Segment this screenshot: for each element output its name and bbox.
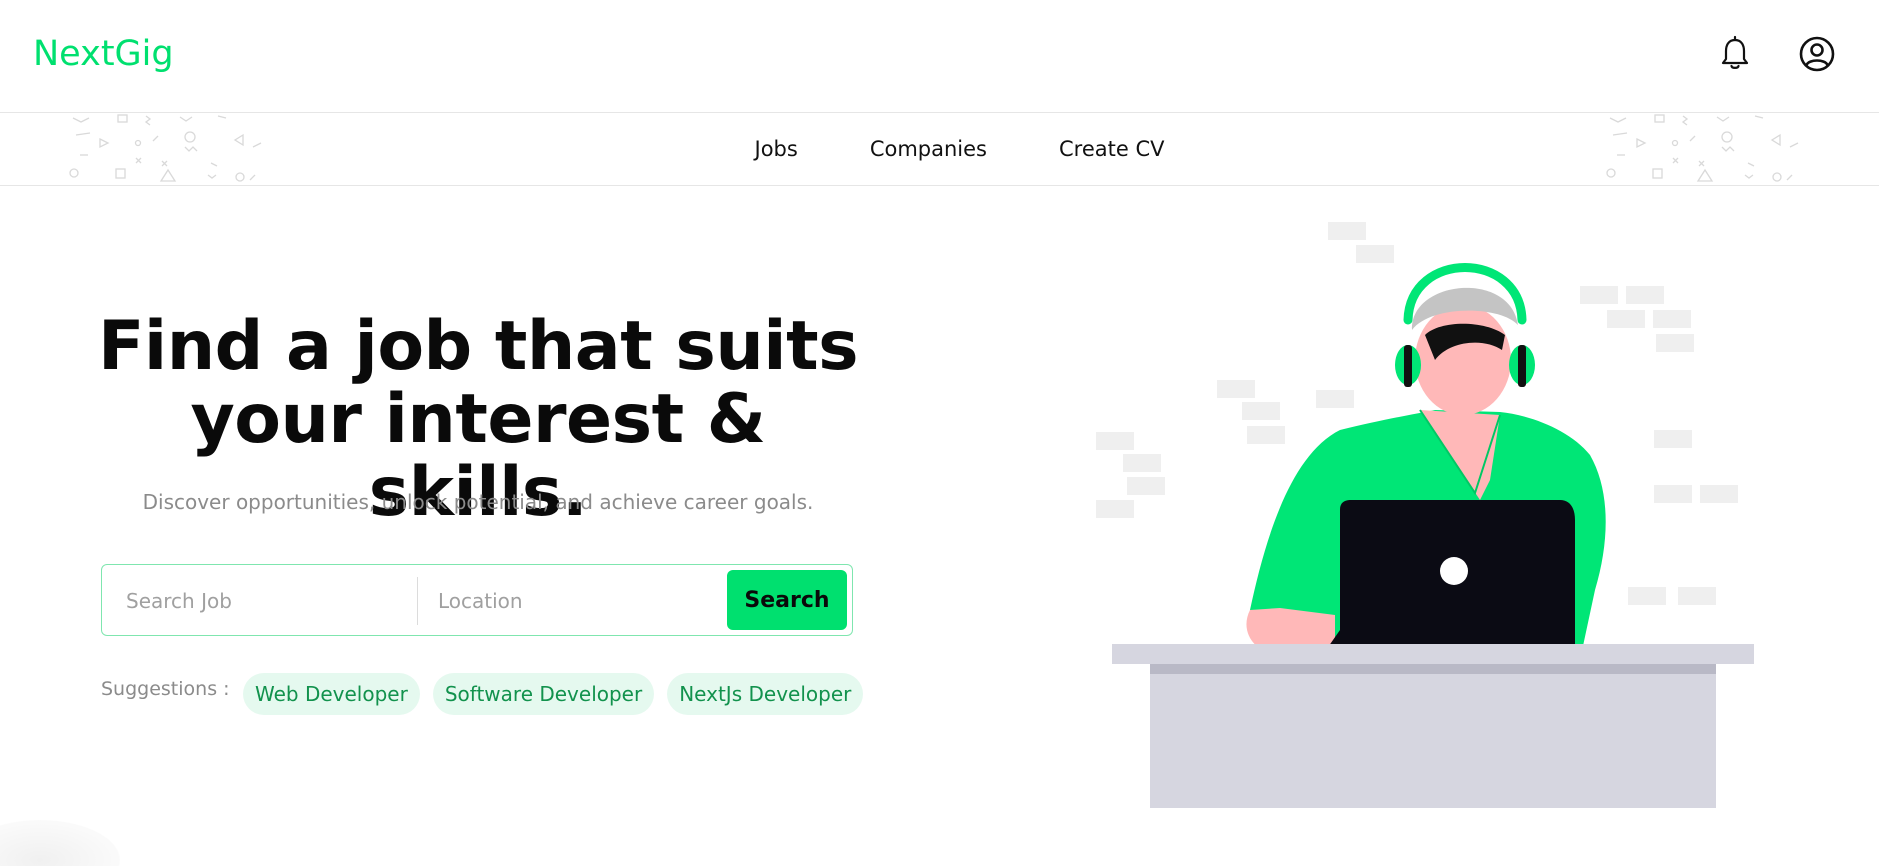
suggestion-chip-software-developer[interactable]: Software Developer bbox=[432, 673, 655, 715]
search-button[interactable]: Search bbox=[727, 570, 847, 630]
user-circle-icon[interactable] bbox=[1797, 34, 1837, 74]
nav-link-companies[interactable]: Companies bbox=[870, 137, 987, 161]
search-bar: Search bbox=[101, 564, 853, 636]
suggestion-chip-nextjs-developer[interactable]: NextJs Developer bbox=[667, 673, 864, 715]
desk-top bbox=[1112, 644, 1754, 664]
suggestion-chip-web-developer[interactable]: Web Developer bbox=[243, 673, 420, 715]
nav-links: Jobs Companies Create CV bbox=[0, 113, 1879, 185]
search-job-input[interactable] bbox=[102, 575, 417, 627]
nav-link-jobs[interactable]: Jobs bbox=[755, 137, 798, 161]
suggestions-label: Suggestions : bbox=[101, 678, 230, 700]
person-face bbox=[1415, 305, 1511, 415]
suggestion-chips: Web Developer Software Developer NextJs … bbox=[243, 673, 864, 715]
laptop-logo bbox=[1440, 557, 1468, 585]
main-nav: Jobs Companies Create CV bbox=[0, 113, 1879, 186]
hero-subtitle: Discover opportunities, unlock potential… bbox=[142, 490, 814, 514]
top-header: NextGig bbox=[0, 0, 1879, 113]
app-logo[interactable]: NextGig bbox=[33, 34, 174, 74]
bell-icon[interactable] bbox=[1715, 34, 1755, 74]
location-input[interactable] bbox=[418, 575, 718, 627]
developer-illustration bbox=[1096, 222, 1754, 808]
desk-body bbox=[1150, 674, 1716, 808]
hero-title-line-1: Find a job that suits bbox=[97, 307, 859, 386]
hero-section: Find a job that suits your interest & sk… bbox=[0, 186, 960, 866]
nav-link-create-cv[interactable]: Create CV bbox=[1059, 137, 1164, 161]
